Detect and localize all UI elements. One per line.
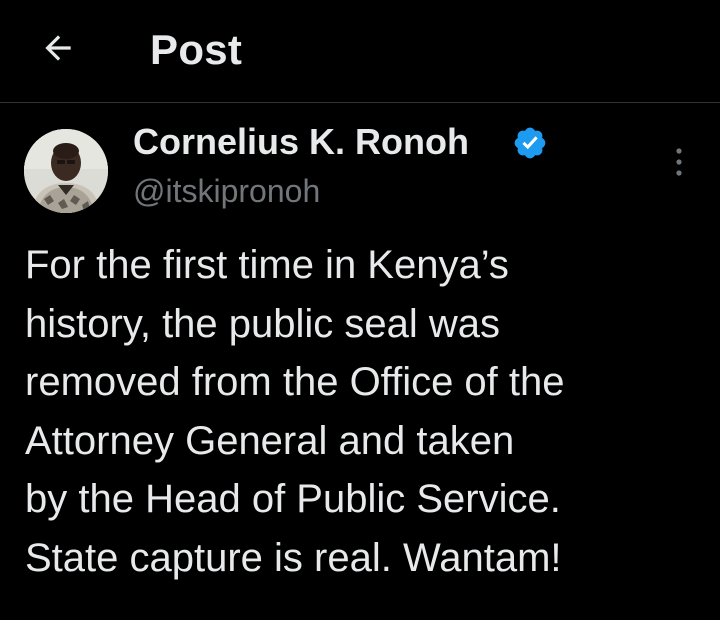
top-app-bar: Post bbox=[0, 0, 720, 103]
post-text: For the first time in Kenya’s history, t… bbox=[25, 236, 705, 587]
avatar-photo bbox=[24, 129, 108, 213]
author-name[interactable]: Cornelius K. Ronoh bbox=[133, 121, 469, 163]
more-vertical-icon bbox=[676, 148, 682, 176]
back-button[interactable] bbox=[36, 26, 80, 70]
page-title: Post bbox=[150, 26, 243, 73]
post-text-line: State capture is real. Wantam! bbox=[25, 535, 562, 580]
post-text-line: history, the public seal was bbox=[25, 301, 501, 346]
more-options-button[interactable] bbox=[662, 140, 696, 184]
arrow-left-icon bbox=[45, 35, 71, 61]
author-handle[interactable]: @itskipronoh bbox=[133, 171, 320, 211]
avatar[interactable] bbox=[24, 129, 108, 213]
post-text-line: For the first time in Kenya’s bbox=[25, 243, 509, 287]
post-text-line: removed from the Office of the bbox=[25, 360, 565, 404]
post-text-line: by the Head of Public Service. bbox=[25, 477, 561, 521]
verified-badge-icon bbox=[514, 127, 546, 159]
post-text-line: Attorney General and taken bbox=[25, 418, 515, 463]
